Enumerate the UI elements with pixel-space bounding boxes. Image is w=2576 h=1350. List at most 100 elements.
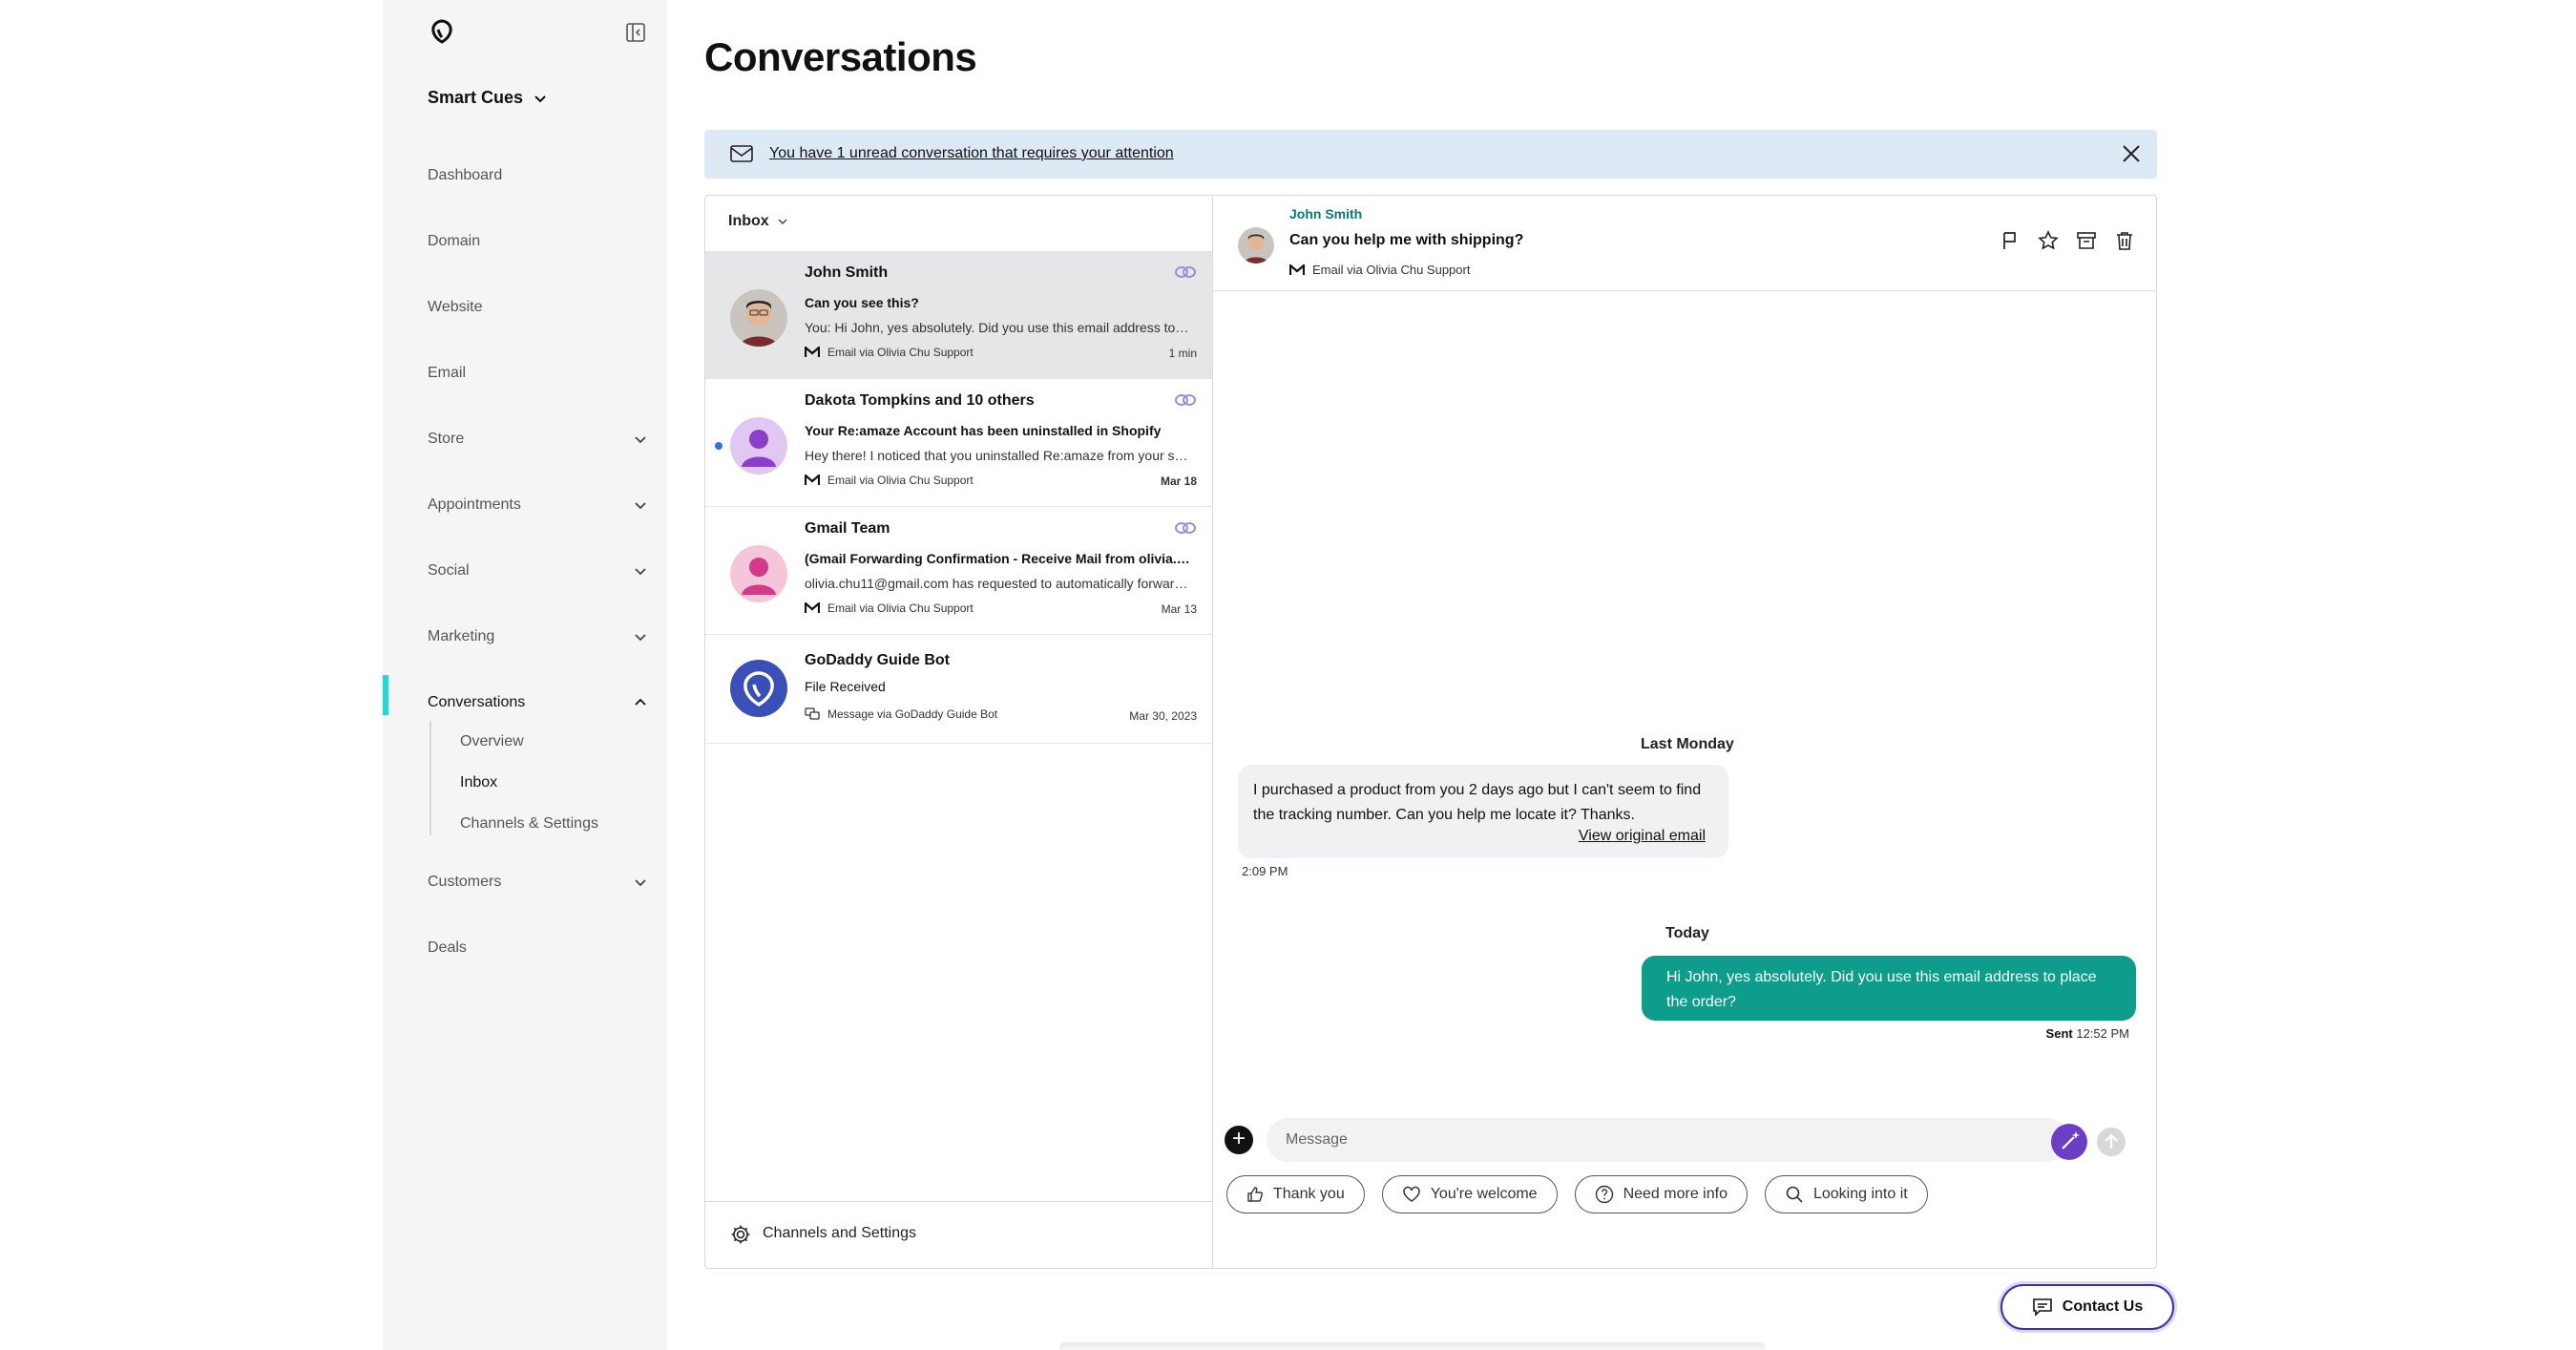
heart-icon — [1402, 1186, 1420, 1202]
arrow-up-icon — [2105, 1133, 2118, 1149]
group-icon — [1175, 266, 1196, 278]
incoming-message: I purchased a product from you 2 days ag… — [1238, 765, 1728, 858]
outgoing-message: Hi John, yes absolutely. Did you use thi… — [1642, 956, 2136, 1021]
bottom-drawer-edge — [1059, 1342, 1766, 1350]
sidebar-item-label: Deals — [428, 939, 467, 956]
sidebar-item-label: Marketing — [428, 628, 495, 644]
list-item[interactable]: GoDaddy Guide Bot File Received Message … — [705, 635, 1212, 744]
sidebar-item-conversations[interactable]: Conversations — [428, 688, 649, 717]
magnifier-icon — [1786, 1186, 1803, 1203]
channel-label: Email via Olivia Chu Support — [827, 346, 974, 359]
thumbs-up-icon — [1247, 1187, 1264, 1202]
quick-reply-thank-you[interactable]: Thank you — [1226, 1175, 1365, 1213]
list-item[interactable]: John Smith Can you see this? You: Hi Joh… — [705, 251, 1212, 379]
conversation-header: John Smith Can you help me with shipping… — [1213, 196, 2156, 291]
sidebar-item-dashboard[interactable]: Dashboard — [428, 161, 649, 190]
chevron-up-icon — [635, 698, 646, 706]
godaddy-logo-icon[interactable] — [427, 17, 457, 48]
sidebar-item-label: Dashboard — [428, 167, 503, 183]
avatar — [730, 660, 787, 717]
conversation-channel: Email via Olivia Chu Support — [805, 474, 974, 487]
envelope-icon — [730, 145, 753, 162]
close-icon[interactable] — [2119, 141, 2144, 166]
collapse-sidebar-icon[interactable] — [625, 22, 646, 43]
sidebar-item-store[interactable]: Store — [428, 425, 649, 454]
subnav-item-overview[interactable]: Overview — [460, 733, 524, 750]
ai-assist-button[interactable] — [2051, 1124, 2087, 1160]
add-attachment-button[interactable]: + — [1225, 1126, 1253, 1154]
channel-label: Email via Olivia Chu Support — [827, 474, 974, 487]
quick-reply-label: Thank you — [1273, 1186, 1345, 1202]
chevron-down-icon — [534, 95, 546, 102]
quick-reply-label: Looking into it — [1812, 1186, 1908, 1202]
sidebar-item-social[interactable]: Social — [428, 557, 649, 585]
brand-switcher[interactable]: Smart Cues — [428, 88, 548, 108]
archive-icon[interactable] — [2076, 230, 2097, 251]
list-item[interactable]: Dakota Tompkins and 10 others Your Re:am… — [705, 379, 1212, 507]
flag-icon[interactable] — [2000, 230, 2021, 251]
send-button[interactable] — [2097, 1128, 2126, 1156]
conversation-name: GoDaddy Guide Bot — [805, 652, 950, 668]
sidebar-item-deals[interactable]: Deals — [428, 934, 649, 962]
unread-banner-link[interactable]: You have 1 unread conversation that requ… — [769, 145, 1174, 162]
channels-settings-label: Channels and Settings — [763, 1225, 916, 1241]
unread-dot — [715, 442, 723, 450]
subnav-divider — [429, 721, 431, 835]
sidebar-item-website[interactable]: Website — [428, 293, 649, 322]
sidebar-item-label: Email — [428, 365, 467, 381]
chevron-down-icon — [635, 634, 646, 642]
message-input[interactable] — [1267, 1118, 1992, 1162]
channel-label: Message via GoDaddy Guide Bot — [827, 707, 998, 721]
channel-label: Email via Olivia Chu Support — [1312, 263, 1471, 277]
star-icon[interactable] — [2038, 230, 2059, 251]
conversation-subject: (Gmail Forwarding Confirmation - Receive… — [805, 551, 1191, 566]
conversation-channel: Email via Olivia Chu Support — [805, 601, 974, 615]
trash-icon[interactable] — [2114, 230, 2135, 251]
sidebar-item-customers[interactable]: Customers — [428, 868, 649, 896]
subnav-item-inbox[interactable]: Inbox — [460, 774, 497, 791]
inbox-filter-label: Inbox — [728, 213, 769, 229]
quick-reply-looking-into-it[interactable]: Looking into it — [1764, 1175, 1928, 1213]
avatar — [730, 417, 787, 475]
conversation-subject: File Received — [805, 679, 886, 694]
conversation-name: Gmail Team — [805, 520, 890, 537]
conversation-channel: Email via Olivia Chu Support — [805, 346, 974, 359]
gmail-icon — [805, 602, 820, 613]
sender-name[interactable]: John Smith — [1289, 206, 1362, 221]
sidebar-item-label: Social — [428, 562, 470, 579]
sidebar-item-label: Conversations — [428, 694, 526, 710]
gmail-icon — [805, 475, 820, 485]
quick-reply-youre-welcome[interactable]: You're welcome — [1381, 1175, 1558, 1213]
sidebar-item-email[interactable]: Email — [428, 359, 649, 388]
quick-reply-label: You're welcome — [1430, 1186, 1538, 1202]
conversation-time: Mar 30, 2023 — [1129, 709, 1197, 723]
conversation-name: Dakota Tompkins and 10 others — [805, 392, 1035, 409]
inbox-filter-dropdown[interactable]: Inbox — [728, 213, 788, 230]
channels-settings-link[interactable]: Channels and Settings — [705, 1201, 1212, 1268]
conversation-actions — [2000, 230, 2135, 251]
sidebar-item-marketing[interactable]: Marketing — [428, 622, 649, 651]
avatar — [1238, 227, 1274, 264]
sidebar-item-domain[interactable]: Domain — [428, 227, 649, 256]
question-icon — [1595, 1185, 1613, 1204]
contact-us-button[interactable]: Contact Us — [2000, 1284, 2174, 1330]
gmail-icon — [805, 347, 820, 357]
subnav-item-channels-settings[interactable]: Channels & Settings — [460, 815, 598, 833]
chat-icon — [2032, 1298, 2052, 1317]
conversation-list: Inbox John Smith Can you see this? You: … — [705, 196, 1213, 1268]
quick-reply-need-more-info[interactable]: Need more info — [1574, 1175, 1748, 1213]
sidebar-item-appointments[interactable]: Appointments — [428, 491, 649, 519]
sidebar-item-label: Appointments — [428, 496, 521, 513]
conversation-channel: Message via GoDaddy Guide Bot — [805, 707, 997, 721]
chevron-down-icon — [635, 502, 646, 510]
incoming-message-text: I purchased a product from you 2 days ag… — [1253, 782, 1702, 823]
avatar — [730, 289, 787, 347]
day-separator: Last Monday — [1641, 736, 1734, 752]
channel-label: Email via Olivia Chu Support — [827, 601, 974, 615]
sidebar-item-label: Customers — [428, 874, 502, 890]
conversation-name: John Smith — [805, 264, 889, 281]
list-item[interactable]: Gmail Team (Gmail Forwarding Confirmatio… — [705, 507, 1212, 635]
conversation-subject-title: Can you help me with shipping? — [1289, 232, 1524, 248]
unread-banner: You have 1 unread conversation that requ… — [704, 130, 2157, 179]
view-original-email-link[interactable]: View original email — [1579, 824, 1706, 849]
